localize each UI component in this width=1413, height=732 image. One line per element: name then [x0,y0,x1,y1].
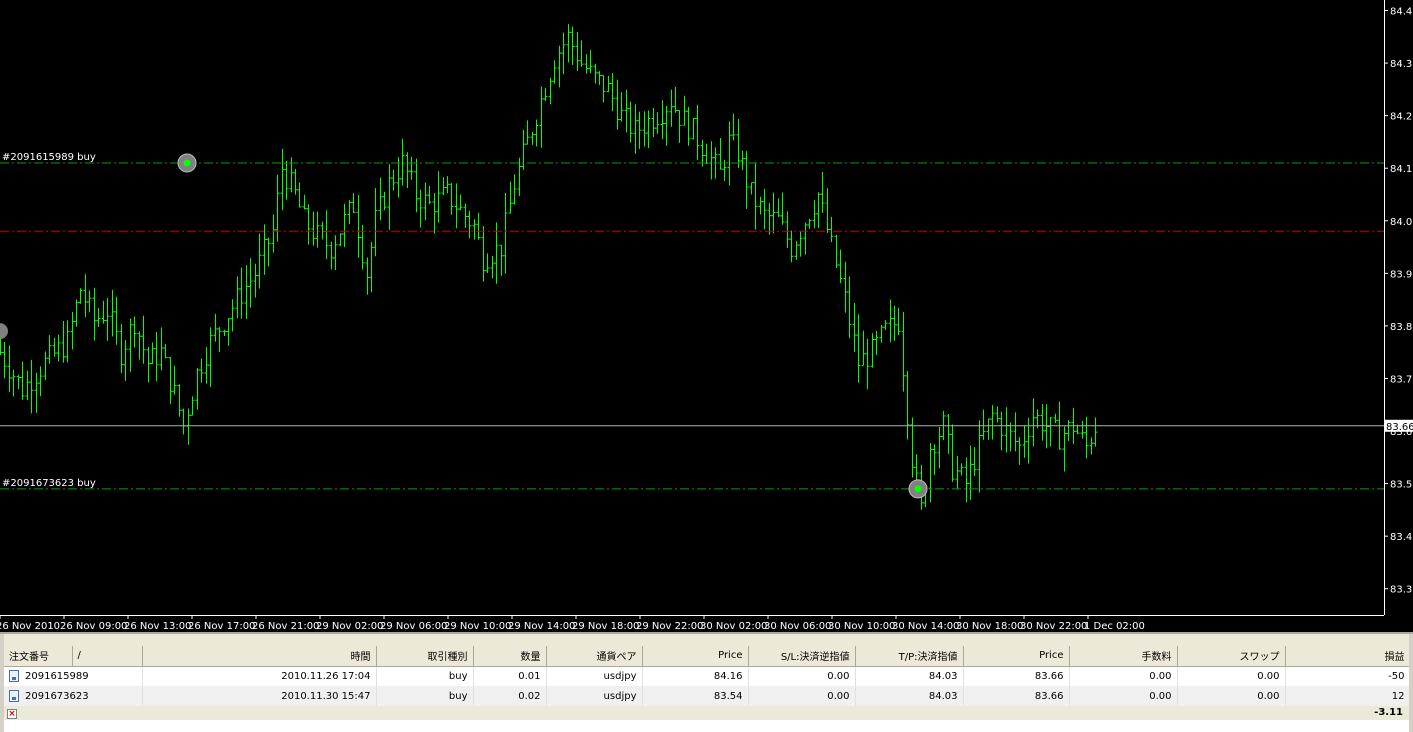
volume-cell: 0.02 [473,686,547,706]
symbol-cell: usdjpy [546,686,643,706]
y-tick-label: 84.05 [1390,217,1413,228]
col-commission[interactable]: 手数料 [1069,646,1178,667]
order-number: 2091615989 [25,671,89,683]
x-tick-label: 30 Nov 02:00 [700,621,767,632]
x-tick-label: 26 Nov 13:00 [124,621,191,632]
order-entry-arrow-icon [183,159,191,167]
order-line-label: #2091673623 buy [2,478,96,489]
order-line-label: #2091615989 buy [2,152,96,163]
order-ticket-icon [9,670,19,683]
total-profit: -3.11 [1374,707,1403,718]
commission-cell: 0.00 [1069,666,1178,686]
orders-table: 注文番号 / 時間 取引種別 数量 通貨ペア Price S/L:決済逆指値 T… [4,646,1411,706]
sl-cell: 0.00 [748,686,856,706]
x-tick-label: 30 Nov 10:00 [828,621,895,632]
profit-cell: -50 [1285,666,1411,686]
symbol-cell: usdjpy [546,666,643,686]
price-cell: 83.54 [642,686,749,706]
swap-cell: 0.00 [1177,686,1286,706]
commission-cell: 0.00 [1069,686,1178,706]
y-tick-label: 84.45 [1390,7,1413,18]
tp-cell: 84.03 [855,666,964,686]
balance-row: -3.11 [4,706,1409,720]
col-type[interactable]: 取引種別 [376,646,474,667]
type-cell: buy [376,666,474,686]
order-number: 2091673623 [25,691,89,702]
x-tick-label: 26 Nov 09:00 [60,621,127,632]
order-cell: 2091673623 [4,686,143,706]
x-tick-label: 30 Nov 14:00 [892,621,959,632]
y-tick-label: 83.35 [1390,585,1413,596]
y-tick-label: 83.95 [1390,269,1413,280]
current-price-cell: 83.66 [963,686,1070,706]
x-tick-label: 26 Nov 17:00 [188,621,255,632]
col-current-price[interactable]: Price [963,646,1070,667]
order-cell: 2091615989 [4,666,143,686]
chart-scroll-marker-icon [0,323,8,340]
sort-indicator[interactable]: / [72,646,143,667]
terminal-right-border [1409,634,1413,732]
col-swap[interactable]: スワップ [1177,646,1286,667]
y-tick-label: 83.85 [1390,322,1413,333]
swap-cell: 0.00 [1177,666,1286,686]
x-tick-label: 29 Nov 22:00 [636,621,703,632]
table-header-row: 注文番号 / 時間 取引種別 数量 通貨ペア Price S/L:決済逆指値 T… [4,646,1411,667]
current-price-cell: 83.66 [963,666,1070,686]
x-tick-label: 1 Dec 02:00 [1084,621,1145,632]
y-tick-label: 83.75 [1390,374,1413,385]
x-tick-label: 29 Nov 10:00 [444,621,511,632]
col-time[interactable]: 時間 [142,646,377,667]
x-tick-label: 30 Nov 18:00 [956,621,1023,632]
y-tick-label: 83.45 [1390,532,1413,543]
y-tick-label: 83.55 [1390,480,1413,491]
price-cell: 84.16 [642,666,749,686]
col-tp[interactable]: T/P:決済指値 [855,646,964,667]
x-tick-label: 26 Nov 21:00 [252,621,319,632]
terminal-panel: 注文番号 / 時間 取引種別 数量 通貨ペア Price S/L:決済逆指値 T… [0,632,1413,732]
order-ticket-icon [9,690,19,702]
x-tick-label: 29 Nov 14:00 [508,621,575,632]
y-tick-label: 84.35 [1390,59,1413,70]
col-order[interactable]: 注文番号 [4,646,73,667]
x-tick-label: 26 Nov 2010 [0,621,60,632]
y-tick-label: 84.15 [1390,164,1413,175]
volume-cell: 0.01 [473,666,547,686]
table-row[interactable]: 2091673623 2010.11.30 15:47 buy 0.02 usd… [4,686,1411,706]
table-row[interactable]: 2091615989 2010.11.26 17:04 buy 0.01 usd… [4,666,1411,686]
y-tick-label: 84.25 [1390,112,1413,123]
x-tick-label: 29 Nov 02:00 [316,621,383,632]
col-volume[interactable]: 数量 [473,646,547,667]
x-tick-label: 29 Nov 06:00 [380,621,447,632]
x-tick-label: 30 Nov 22:00 [1020,621,1087,632]
col-sl[interactable]: S/L:決済逆指値 [748,646,856,667]
x-tick-label: 29 Nov 18:00 [572,621,639,632]
time-cell: 2010.11.30 15:47 [142,686,377,706]
sl-cell: 0.00 [748,666,856,686]
col-symbol[interactable]: 通貨ペア [546,646,643,667]
col-price[interactable]: Price [642,646,749,667]
close-position-icon[interactable]: × [7,709,17,719]
x-tick-label: 30 Nov 06:00 [764,621,831,632]
tp-cell: 84.03 [855,686,964,706]
type-cell: buy [376,686,474,706]
order-entry-arrow-icon [914,485,922,493]
chart-canvas[interactable]: 84.45 84.35 84.25 84.15 84.05 83.95 83.85 83.75… [0,0,1413,632]
profit-cell: 12 [1285,686,1411,706]
current-price-label: 83.66 [1386,422,1413,433]
col-profit[interactable]: 損益 [1285,646,1411,667]
time-cell: 2010.11.26 17:04 [142,666,377,686]
price-chart[interactable]: 84.45 84.35 84.25 84.15 84.05 83.95 83.85 83.75… [0,0,1413,632]
